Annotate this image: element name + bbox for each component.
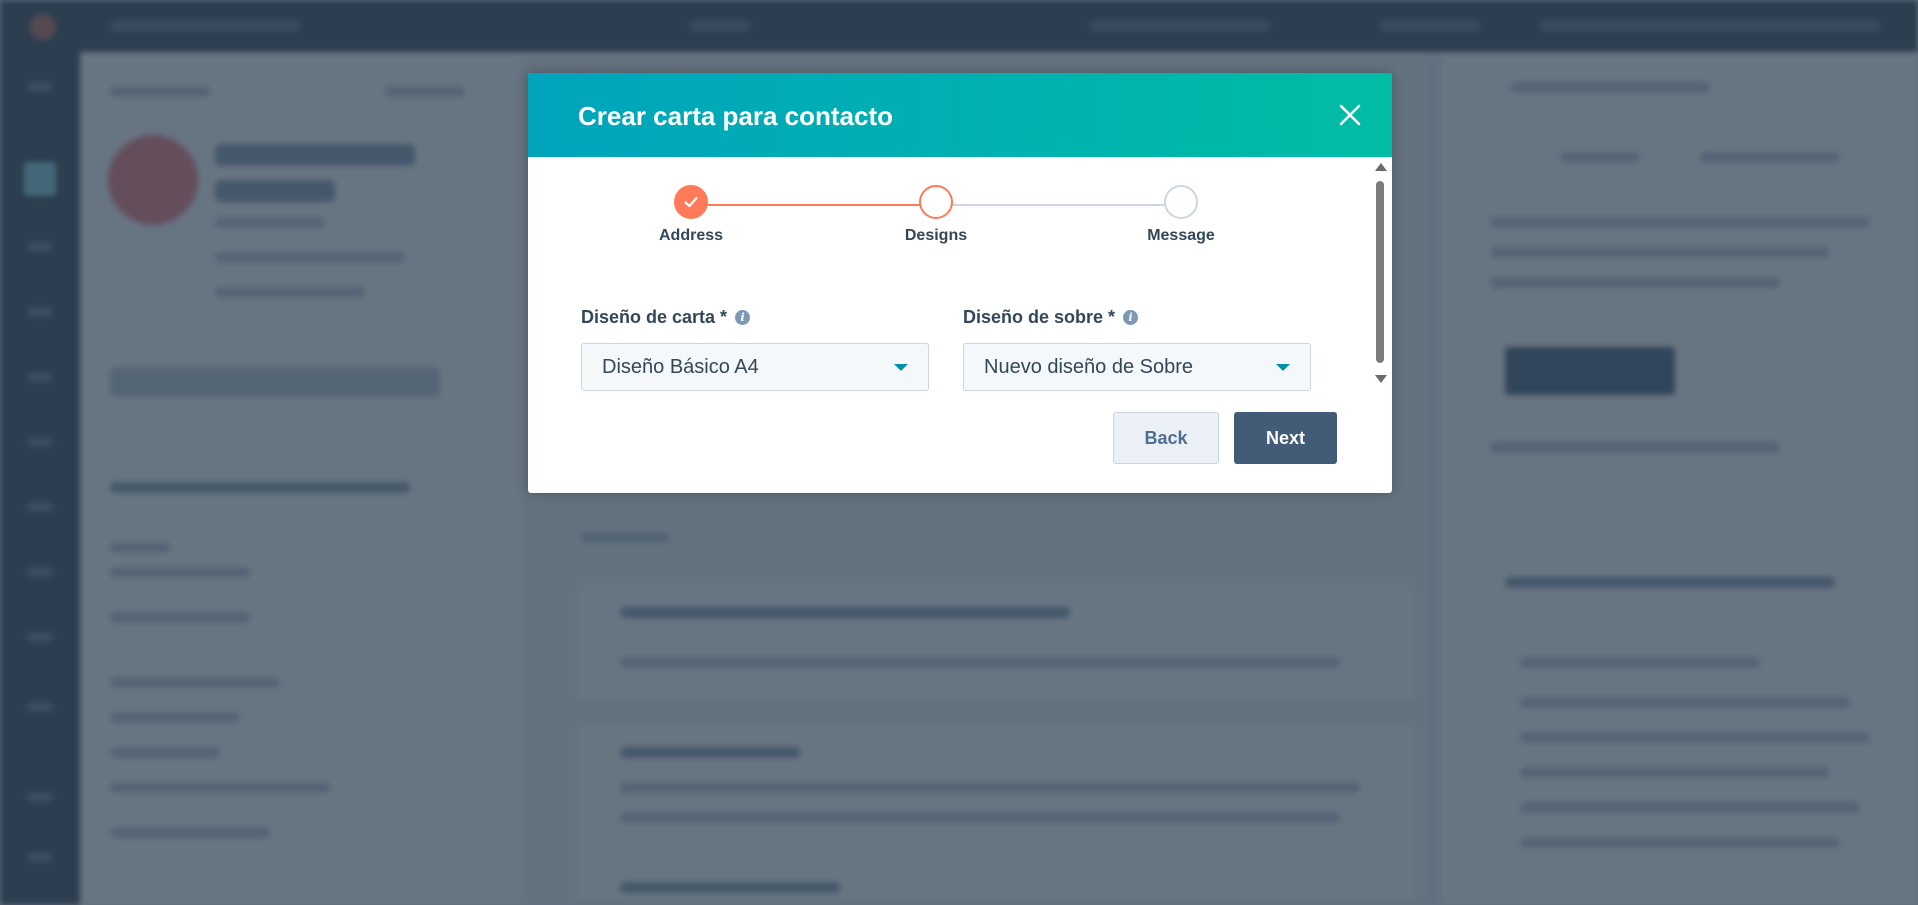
chevron-down-icon xyxy=(1276,364,1290,371)
envelope-design-value: Nuevo diseño de Sobre xyxy=(984,355,1194,378)
letter-design-field: Diseño de carta * i Diseño Básico A4 xyxy=(581,305,931,391)
close-icon xyxy=(1339,104,1361,126)
envelope-design-select[interactable]: Nuevo diseño de Sobre xyxy=(963,343,1311,391)
modal-header: Crear carta para contacto xyxy=(528,73,1392,157)
info-icon[interactable]: i xyxy=(1123,309,1139,325)
step-address[interactable]: Address xyxy=(631,185,751,245)
step-message-circle xyxy=(1164,185,1198,219)
letter-design-value: Diseño Básico A4 xyxy=(602,355,759,378)
scroll-down-arrow-icon[interactable] xyxy=(1375,375,1387,383)
envelope-design-label: Diseño de sobre * xyxy=(963,306,1116,327)
step-address-circle xyxy=(674,185,708,219)
scroll-up-arrow-icon[interactable] xyxy=(1375,163,1387,171)
letter-design-select[interactable]: Diseño Básico A4 xyxy=(581,343,929,391)
checkmark-icon xyxy=(684,196,698,208)
chevron-down-icon xyxy=(894,364,908,371)
step-designs[interactable]: Designs xyxy=(876,185,996,245)
modal-title: Crear carta para contacto xyxy=(578,101,894,131)
step-message-label: Message xyxy=(1147,227,1215,244)
close-button[interactable] xyxy=(1330,95,1370,135)
next-button[interactable]: Next xyxy=(1234,412,1337,464)
step-designs-circle xyxy=(919,185,953,219)
letter-design-label: Diseño de carta * xyxy=(581,306,728,327)
modal-scrollbar[interactable] xyxy=(1373,157,1387,389)
stepper: Address Designs Message xyxy=(659,185,1215,265)
step-address-label: Address xyxy=(658,227,724,244)
envelope-design-label-row: Diseño de sobre * i xyxy=(963,305,1313,329)
scrollbar-thumb[interactable] xyxy=(1376,181,1384,363)
letter-design-label-row: Diseño de carta * i xyxy=(581,305,931,329)
step-designs-label: Designs xyxy=(904,227,968,244)
info-icon[interactable]: i xyxy=(735,309,751,325)
back-button[interactable]: Back xyxy=(1113,412,1219,464)
envelope-design-field: Diseño de sobre * i Nuevo diseño de Sobr… xyxy=(963,305,1313,391)
step-message[interactable]: Message xyxy=(1121,185,1241,245)
